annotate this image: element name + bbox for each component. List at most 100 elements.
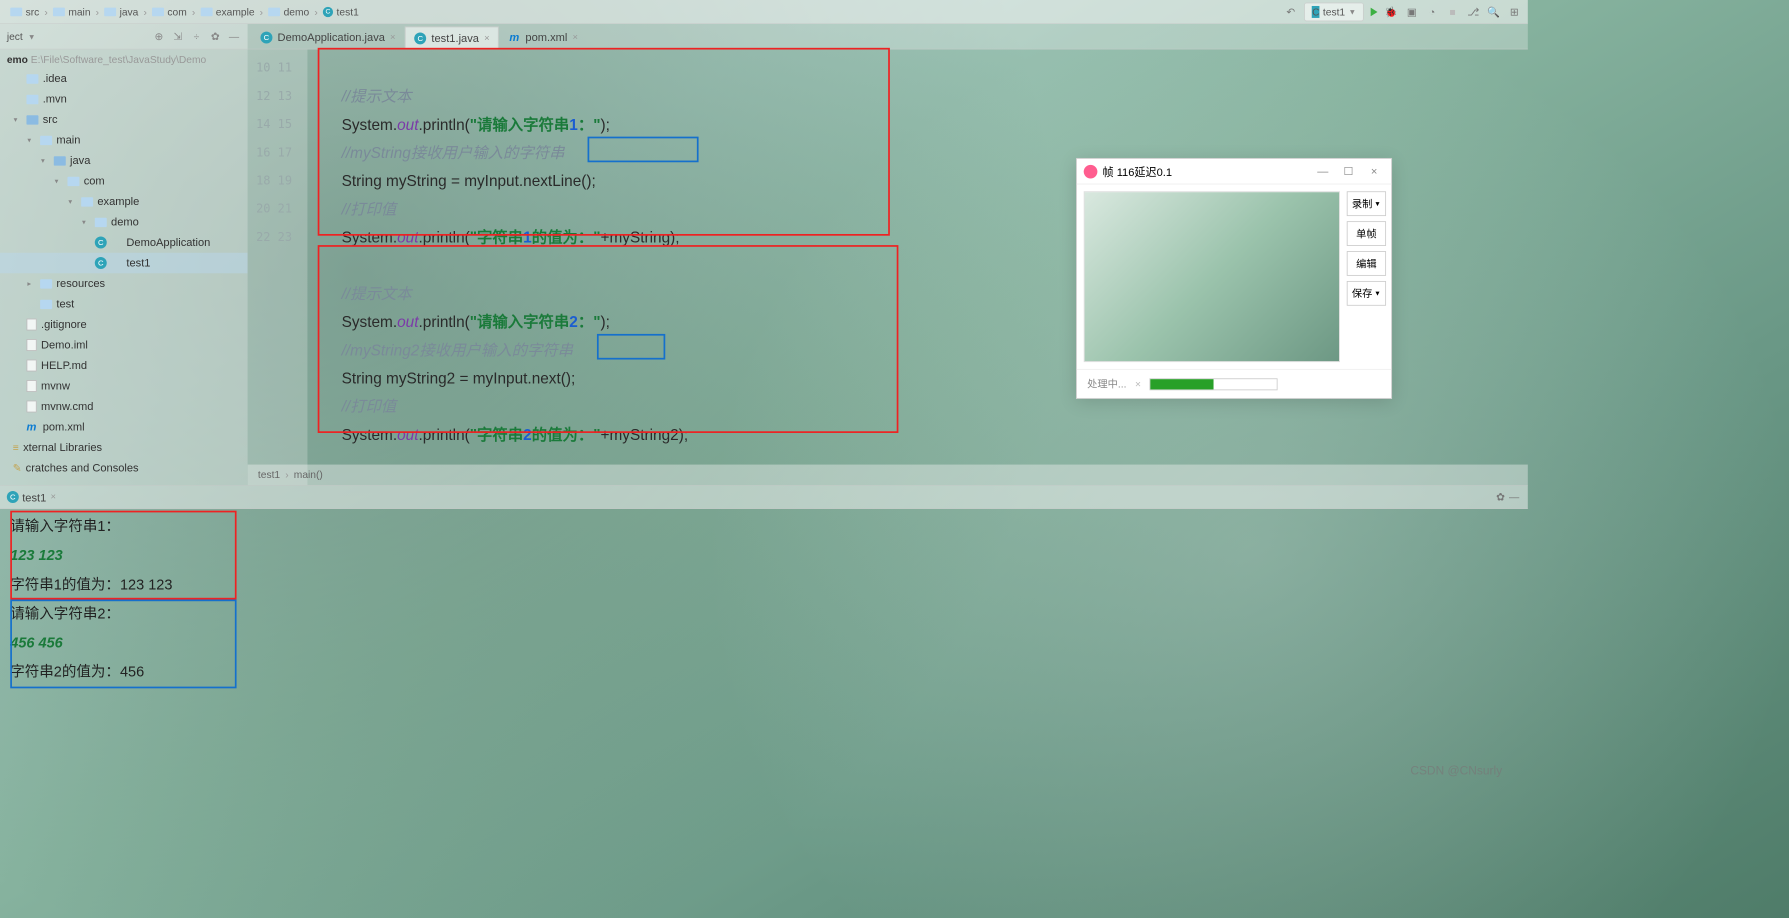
tree-item-resources[interactable]: ▸resources	[0, 273, 248, 293]
debug-icon[interactable]: 🐞	[1384, 5, 1398, 19]
close-icon[interactable]: ×	[484, 33, 489, 43]
tree-item-pom-xml[interactable]: mpom.xml	[0, 417, 248, 437]
tree-item-label: cratches and Consoles	[26, 459, 139, 476]
project-root[interactable]: emo E:\File\Software_test\JavaStudy\Demo	[0, 51, 248, 68]
recorder-save-button[interactable]: 保存▼	[1347, 281, 1386, 306]
tree-item-demo-iml[interactable]: Demo.iml	[0, 335, 248, 355]
coverage-icon[interactable]: ▣	[1405, 5, 1419, 19]
tree-item-demoapplication[interactable]: CDemoApplication	[0, 232, 248, 252]
tree-item-mvnw-cmd[interactable]: mvnw.cmd	[0, 396, 248, 416]
tree-item-help-md[interactable]: HELP.md	[0, 355, 248, 375]
tree-item-demo[interactable]: ▾demo	[0, 212, 248, 232]
recorder-singleframe-button[interactable]: 单帧	[1347, 221, 1386, 246]
tree-item-xternal-libraries[interactable]: ≡xternal Libraries	[0, 437, 248, 457]
recorder-status-bar: 处理中... ×	[1077, 369, 1391, 398]
settings-icon[interactable]: ✿	[1494, 490, 1508, 504]
crumb-demo[interactable]: demo	[265, 6, 313, 18]
settings-icon[interactable]: ✿	[208, 29, 222, 43]
folder-icon	[81, 197, 93, 206]
tree-item-mvnw[interactable]: mvnw	[0, 376, 248, 396]
tree-item-label: demo	[111, 214, 139, 231]
file-icon	[26, 319, 36, 331]
class-icon: C	[323, 6, 333, 16]
tree-item-label: example	[97, 193, 139, 210]
breadcrumb: src› main› java› com› example› demo› Cte…	[0, 0, 1528, 24]
tree-item-example[interactable]: ▾example	[0, 191, 248, 211]
folder-icon	[26, 74, 38, 83]
tree-item-com[interactable]: ▾com	[0, 171, 248, 191]
console-line: 请输入字符串2：	[10, 600, 1517, 629]
hide-icon[interactable]: —	[227, 29, 241, 43]
crumb-class[interactable]: test1	[258, 469, 280, 481]
file-icon	[26, 380, 36, 392]
recorder-titlebar[interactable]: 帧 116延迟0.1 — ☐ ×	[1077, 159, 1391, 185]
tree-item-label: test1	[111, 254, 150, 271]
file-icon	[26, 339, 36, 351]
file-icon	[26, 401, 36, 413]
tree-item--idea[interactable]: .idea	[0, 68, 248, 88]
close-icon[interactable]: ×	[1135, 378, 1141, 390]
close-icon[interactable]: ×	[1364, 165, 1384, 178]
folder-icon	[54, 156, 66, 165]
prev-icon[interactable]: ↶	[1284, 5, 1298, 19]
tab-pom[interactable]: mpom.xml×	[499, 26, 587, 49]
expand-icon[interactable]: ÷	[190, 29, 204, 43]
tree-item-label: .gitignore	[41, 316, 87, 333]
folder-icon	[95, 217, 107, 226]
crumb-test1[interactable]: Ctest1	[319, 6, 362, 18]
run-tab-label[interactable]: test1	[22, 491, 46, 504]
minimize-icon[interactable]: —	[1313, 165, 1333, 178]
tab-test1[interactable]: Ctest1.java×	[405, 26, 499, 48]
select-file-icon[interactable]: ⊕	[152, 29, 166, 43]
tab-demoapplication[interactable]: CDemoApplication.java×	[251, 26, 405, 49]
folder-icon	[40, 279, 52, 288]
recorder-edit-button[interactable]: 编辑	[1347, 251, 1386, 276]
git-icon[interactable]: ⎇	[1466, 5, 1480, 19]
editor-breadcrumb: test1›main()	[248, 465, 1528, 485]
tree-item-test[interactable]: test	[0, 294, 248, 314]
tree-item-label: main	[56, 132, 80, 149]
folder-icon	[40, 135, 52, 144]
collapse-icon[interactable]: ⇲	[171, 29, 185, 43]
project-tree[interactable]: emo E:\File\Software_test\JavaStudy\Demo…	[0, 50, 248, 486]
run-icon[interactable]	[1371, 7, 1378, 16]
tree-item-label: com	[84, 173, 105, 190]
tree-item-src[interactable]: ▾src	[0, 109, 248, 129]
folder-icon	[10, 7, 22, 16]
crumb-example[interactable]: example	[197, 6, 258, 18]
tree-item-label: src	[43, 111, 58, 128]
console-user-input: 456 456	[10, 629, 1517, 658]
class-icon: C	[1312, 6, 1319, 18]
maximize-icon[interactable]: ☐	[1338, 164, 1358, 178]
folder-icon	[40, 299, 52, 308]
tree-item-cratches-and-consoles[interactable]: ✎cratches and Consoles	[0, 458, 248, 478]
crumb-method[interactable]: main()	[294, 469, 323, 481]
more-icon[interactable]: ⊞	[1507, 5, 1521, 19]
tree-item-label: java	[70, 152, 90, 169]
tree-item-java[interactable]: ▾java	[0, 150, 248, 170]
crumb-com[interactable]: com	[149, 6, 191, 18]
class-icon: C	[7, 491, 19, 503]
search-icon[interactable]: 🔍	[1487, 5, 1501, 19]
console-output[interactable]: 请输入字符串1： 123 123 字符串1的值为：123 123 请输入字符串2…	[0, 509, 1528, 782]
recorder-record-button[interactable]: 录制▼	[1347, 191, 1386, 216]
stop-icon[interactable]: ■	[1446, 5, 1460, 19]
crumb-java[interactable]: java	[101, 6, 142, 18]
close-icon[interactable]: ×	[51, 492, 56, 502]
close-icon[interactable]: ×	[573, 32, 578, 42]
tree-item--gitignore[interactable]: .gitignore	[0, 314, 248, 334]
crumb-src[interactable]: src	[7, 6, 43, 18]
screen-recorder-window[interactable]: 帧 116延迟0.1 — ☐ × 录制▼ 单帧 编辑 保存▼ 处理中... ×	[1076, 158, 1392, 399]
tree-item-main[interactable]: ▾main	[0, 130, 248, 150]
run-configuration-selector[interactable]: C test1 ▼	[1304, 2, 1363, 21]
folder-icon	[268, 7, 280, 16]
close-icon[interactable]: ×	[390, 32, 395, 42]
class-icon: C	[414, 32, 426, 44]
hide-icon[interactable]: —	[1507, 490, 1521, 504]
tree-item-test1[interactable]: Ctest1	[0, 253, 248, 273]
tree-item-label: pom.xml	[43, 418, 85, 435]
profile-icon[interactable]: ◔	[1425, 5, 1439, 19]
tree-item-label: test	[56, 295, 74, 312]
crumb-main[interactable]: main	[50, 6, 94, 18]
tree-item--mvn[interactable]: .mvn	[0, 89, 248, 109]
